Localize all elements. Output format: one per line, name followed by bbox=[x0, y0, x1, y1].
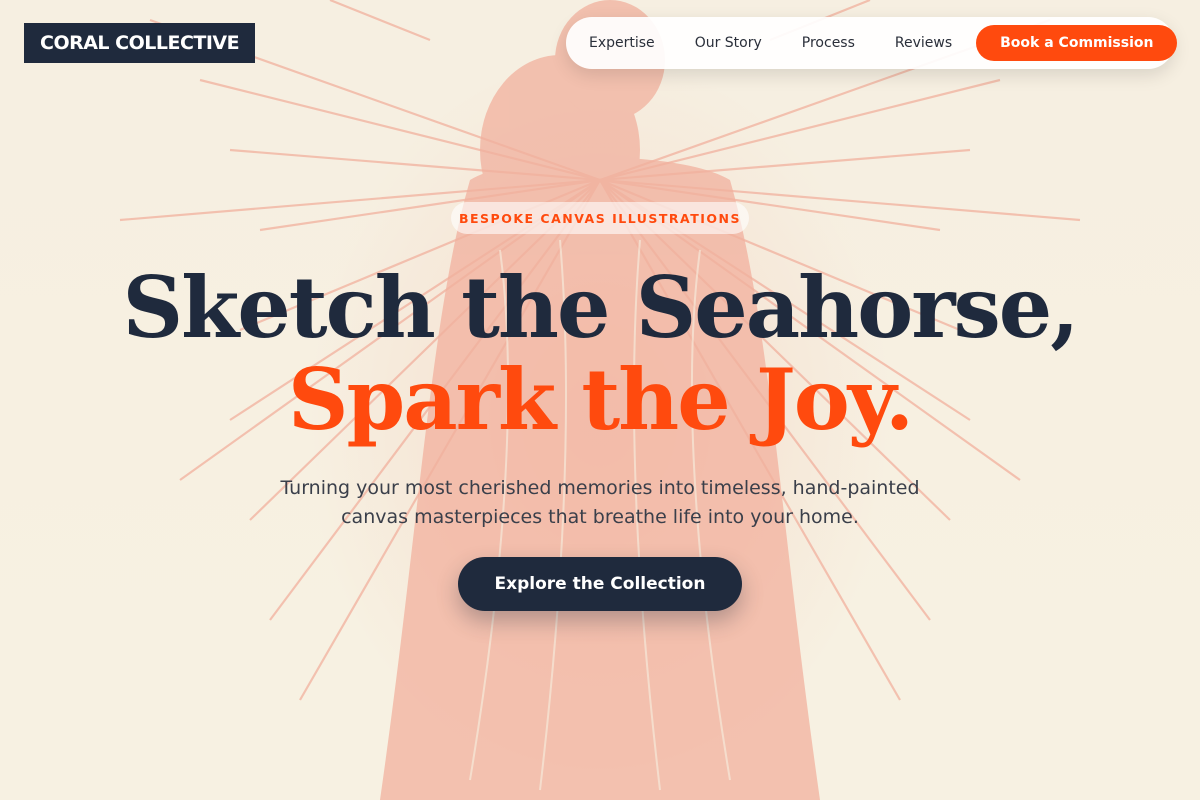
headline-line-2: Spark the Joy. bbox=[287, 350, 914, 449]
headline-line-1: Sketch the Seahorse, bbox=[122, 258, 1080, 357]
eyebrow-text: BESPOKE CANVAS ILLUSTRATIONS bbox=[458, 210, 741, 226]
hero-headline: Sketch the Seahorse, Spark the Joy. bbox=[0, 262, 1200, 446]
book-commission-button[interactable]: Book a Commission bbox=[976, 25, 1178, 61]
nav-link-reviews[interactable]: Reviews bbox=[895, 35, 952, 51]
nav-link-our-story[interactable]: Our Story bbox=[695, 35, 762, 51]
nav-link-process[interactable]: Process bbox=[802, 35, 855, 51]
brand-name: CORAL COLLECTIVE bbox=[40, 32, 240, 54]
eyebrow-badge: BESPOKE CANVAS ILLUSTRATIONS bbox=[451, 202, 749, 234]
main-navigation: Expertise Our Story Process Reviews Book… bbox=[566, 17, 1178, 69]
hero-subtitle: Turning your most cherished memories int… bbox=[280, 477, 920, 528]
explore-collection-button[interactable]: Explore the Collection bbox=[458, 557, 742, 611]
brand-logo[interactable]: CORAL COLLECTIVE bbox=[24, 23, 256, 63]
nav-link-expertise[interactable]: Expertise bbox=[589, 35, 655, 51]
